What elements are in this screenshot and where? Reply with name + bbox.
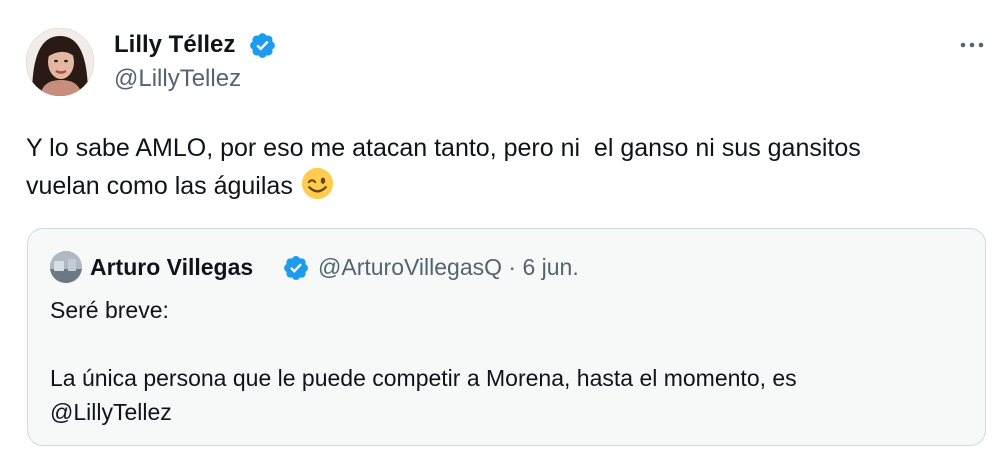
tweet: Lilly Téllez @LillyTellez Y lo sabe AMLO… [0, 0, 1004, 474]
more-options-button[interactable] [954, 30, 990, 60]
tweet-text: Y lo sabe AMLO, por eso me atacan tanto,… [26, 130, 986, 205]
tweet-text-content: Y lo sabe AMLO, por eso me atacan tanto,… [26, 134, 861, 200]
author-handle[interactable]: @LillyTellez [114, 64, 241, 94]
winking-face-emoji-icon [301, 167, 333, 200]
author-name[interactable]: Lilly Téllez [114, 30, 235, 60]
author-avatar[interactable] [26, 28, 94, 96]
quoted-author-avatar[interactable] [50, 251, 82, 283]
quoted-handle-and-date[interactable]: @ArturoVillegasQ · 6 jun. [318, 253, 579, 281]
verified-badge-icon [250, 33, 275, 58]
verified-badge-icon [284, 256, 308, 280]
more-horizontal-icon [960, 42, 984, 48]
quoted-tweet-text: Seré breve: La única persona que le pued… [50, 297, 797, 425]
quoted-author-name[interactable]: Arturo Villegas [90, 253, 253, 281]
quoted-tweet-card[interactable]: Arturo Villegas @ArturoVillegasQ · 6 jun… [27, 228, 986, 446]
